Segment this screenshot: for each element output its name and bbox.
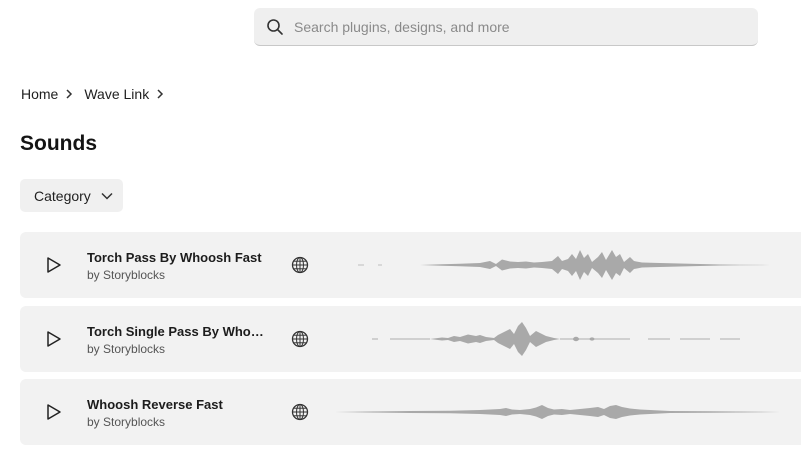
breadcrumb-wave-link[interactable]: Wave Link: [84, 86, 149, 102]
breadcrumb: Home Wave Link: [21, 86, 175, 102]
sound-author: by Storyblocks: [87, 268, 166, 282]
waveform[interactable]: [330, 240, 800, 290]
category-filter-button[interactable]: Category: [20, 179, 123, 212]
sound-row[interactable]: Torch Pass By Whoosh Fast by Storyblocks: [20, 232, 801, 298]
sound-title[interactable]: Whoosh Reverse Fast: [87, 397, 267, 412]
sound-title[interactable]: Torch Single Pass By Whoosh: [87, 324, 267, 339]
chevron-right-icon: [155, 88, 165, 100]
search-input[interactable]: Search plugins, designs, and more: [294, 19, 510, 35]
search-icon: [266, 18, 284, 36]
search-bar[interactable]: Search plugins, designs, and more: [254, 8, 758, 46]
play-icon[interactable]: [46, 330, 62, 348]
globe-icon[interactable]: [291, 256, 309, 274]
sound-author: by Storyblocks: [87, 415, 166, 429]
category-filter-label: Category: [34, 187, 91, 204]
globe-icon[interactable]: [291, 330, 309, 348]
sound-list: Torch Pass By Whoosh Fast by Storyblocks…: [20, 232, 801, 453]
globe-icon[interactable]: [291, 403, 309, 421]
sound-author: by Storyblocks: [87, 341, 166, 356]
chevron-right-icon: [64, 88, 74, 100]
sound-row[interactable]: Whoosh Reverse Fast by Storyblocks: [20, 379, 801, 445]
play-icon[interactable]: [46, 256, 62, 274]
waveform[interactable]: [330, 387, 800, 437]
chevron-down-icon: [101, 192, 113, 200]
breadcrumb-home[interactable]: Home: [21, 86, 58, 102]
waveform[interactable]: [330, 314, 800, 364]
sound-title[interactable]: Torch Pass By Whoosh Fast: [87, 250, 267, 265]
sound-row[interactable]: Torch Single Pass By Whoosh by Storybloc…: [20, 305, 801, 372]
play-icon[interactable]: [46, 403, 62, 421]
page-title: Sounds: [20, 132, 97, 155]
